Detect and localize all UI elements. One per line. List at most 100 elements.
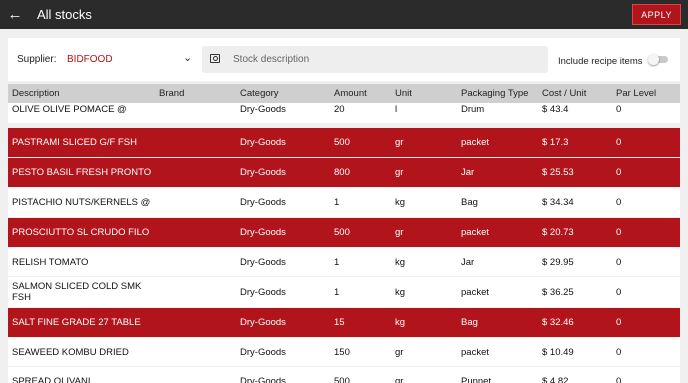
cell-unit: gr xyxy=(395,167,404,178)
cell-unit: gr xyxy=(395,227,404,238)
cell-unit: l xyxy=(395,104,398,115)
toggle-knob xyxy=(648,54,659,65)
column-header-packaging[interactable]: Packaging Type xyxy=(461,88,528,99)
cell-amount: 1 xyxy=(334,287,340,298)
cell-packaging: packet xyxy=(461,227,489,238)
cell-par-level: 0 xyxy=(616,227,622,238)
cell-cost: $ 34.34 xyxy=(542,197,574,208)
table-row[interactable]: PESTO BASIL FRESH PRONTO Dry-Goods 800 gr Ja… xyxy=(8,158,680,187)
cell-description: SALT FINE GRADE 27 TABLE xyxy=(12,317,141,328)
cell-unit: kg xyxy=(395,287,406,298)
cell-amount: 500 xyxy=(334,137,350,148)
column-header-unit[interactable]: Unit xyxy=(395,88,412,99)
cell-par-level: 0 xyxy=(616,347,622,358)
cell-category: Dry-Goods xyxy=(240,227,286,238)
cell-cost: $ 4.82 xyxy=(542,376,569,383)
column-header-par-level[interactable]: Par Level xyxy=(616,88,656,99)
apply-button[interactable]: APPLY xyxy=(632,4,681,25)
cell-category: Dry-Goods xyxy=(240,347,286,358)
table-row[interactable]: RELISH TOMATO Dry-Goods 1 kg Jar $ 29.95 0 xyxy=(8,248,680,276)
cell-cost: $ 20.73 xyxy=(542,227,574,238)
cell-description: PASTRAMI SLICED G/F FSH xyxy=(12,137,137,148)
cell-category: Dry-Goods xyxy=(240,137,286,148)
supplier-select[interactable]: BIDFOOD xyxy=(67,54,113,65)
cell-cost: $ 43.4 xyxy=(542,104,569,115)
cell-amount: 500 xyxy=(334,376,350,383)
cell-packaging: packet xyxy=(461,137,489,148)
cell-par-level: 0 xyxy=(616,317,622,328)
cell-packaging: Punnet xyxy=(461,376,492,383)
cell-par-level: 0 xyxy=(616,376,622,383)
table-row[interactable]: PISTACHIO NUTS/KERNELS @ Dry-Goods 1 kg Bag $… xyxy=(8,188,680,217)
page-title: All stocks xyxy=(37,7,92,22)
cell-category: Dry-Goods xyxy=(240,257,286,268)
table-header: Description Brand Category Amount Unit P… xyxy=(8,84,680,103)
cell-packaging: Jar xyxy=(461,257,475,268)
table-row[interactable]: PROSCIUTTO SL CRUDO FILO Dry-Goods 500 gr pa… xyxy=(8,218,680,247)
cell-packaging: Drum xyxy=(461,104,485,115)
filter-bar: Supplier: BIDFOOD ⌄ Include recipe items xyxy=(8,38,680,81)
table-row[interactable]: PASTRAMI SLICED G/F FSH Dry-Goods 500 gr pac… xyxy=(8,128,680,157)
cell-category: Dry-Goods xyxy=(240,167,286,178)
cell-packaging: packet xyxy=(461,287,489,298)
cell-category: Dry-Goods xyxy=(240,104,286,115)
supplier-label: Supplier: xyxy=(17,54,57,65)
include-recipe-label: Include recipe items xyxy=(558,56,643,67)
cell-packaging: Bag xyxy=(461,197,478,208)
cell-packaging: Jar xyxy=(461,167,475,178)
cell-cost: $ 29.95 xyxy=(542,257,574,268)
cell-amount: 1 xyxy=(334,257,340,268)
cell-amount: 150 xyxy=(334,347,350,358)
cell-par-level: 0 xyxy=(616,167,622,178)
cell-amount: 15 xyxy=(334,317,345,328)
cell-description: SEAWEED KOMBU DRIED xyxy=(12,347,129,358)
cell-amount: 500 xyxy=(334,227,350,238)
cell-par-level: 0 xyxy=(616,287,622,298)
table-row[interactable]: SALMON SLICED COLD SMK FSH Dry-Goods 1 kg pa… xyxy=(8,277,680,307)
cell-unit: kg xyxy=(395,197,406,208)
search-input[interactable] xyxy=(227,46,537,73)
cell-description: PISTACHIO NUTS/KERNELS @ xyxy=(12,197,151,208)
column-header-brand[interactable]: Brand xyxy=(159,88,184,99)
chevron-down-icon[interactable]: ⌄ xyxy=(183,51,192,64)
table-row[interactable]: OLIVE OLIVE POMACE @ Dry-Goods 20 l Drum $ 43… xyxy=(8,103,680,123)
cell-unit: kg xyxy=(395,317,406,328)
include-recipe-toggle[interactable] xyxy=(648,54,668,65)
cell-category: Dry-Goods xyxy=(240,317,286,328)
cell-par-level: 0 xyxy=(616,137,622,148)
search-box[interactable] xyxy=(202,46,548,73)
column-header-description[interactable]: Description xyxy=(12,88,60,99)
cell-unit: kg xyxy=(395,257,406,268)
cell-cost: $ 10.49 xyxy=(542,347,574,358)
table-row[interactable]: SALT FINE GRADE 27 TABLE Dry-Goods 15 kg Bag… xyxy=(8,308,680,337)
cell-category: Dry-Goods xyxy=(240,197,286,208)
column-header-amount[interactable]: Amount xyxy=(334,88,367,99)
cell-cost: $ 36.25 xyxy=(542,287,574,298)
cell-category: Dry-Goods xyxy=(240,376,286,383)
table-row[interactable]: SEAWEED KOMBU DRIED Dry-Goods 150 gr packet $… xyxy=(8,338,680,366)
cell-description: SPREAD OLIVANI xyxy=(12,376,91,383)
cell-description: PESTO BASIL FRESH PRONTO xyxy=(12,167,152,178)
table-row[interactable]: SPREAD OLIVANI Dry-Goods 500 gr Punnet $ 4.82… xyxy=(8,367,680,383)
cell-description: OLIVE OLIVE POMACE @ xyxy=(12,104,127,115)
cell-unit: gr xyxy=(395,376,404,383)
cell-description: SALMON SLICED COLD SMK FSH xyxy=(12,281,142,303)
cell-cost: $ 17.3 xyxy=(542,137,569,148)
cell-unit: gr xyxy=(395,137,404,148)
cell-category: Dry-Goods xyxy=(240,287,286,298)
cell-unit: gr xyxy=(395,347,404,358)
cell-par-level: 0 xyxy=(616,104,622,115)
cell-description: PROSCIUTTO SL CRUDO FILO xyxy=(12,227,150,238)
cell-par-level: 0 xyxy=(616,257,622,268)
cell-packaging: packet xyxy=(461,347,489,358)
cell-amount: 1 xyxy=(334,197,340,208)
arrow-left-icon[interactable]: ← xyxy=(1,6,29,23)
cell-amount: 20 xyxy=(334,104,345,115)
column-header-cost[interactable]: Cost / Unit xyxy=(542,88,586,99)
cell-description: RELISH TOMATO xyxy=(12,257,89,268)
cell-cost: $ 25.53 xyxy=(542,167,574,178)
cell-par-level: 0 xyxy=(616,197,622,208)
column-header-category[interactable]: Category xyxy=(240,88,279,99)
cell-packaging: Bag xyxy=(461,317,478,328)
image-search-icon xyxy=(210,54,220,63)
